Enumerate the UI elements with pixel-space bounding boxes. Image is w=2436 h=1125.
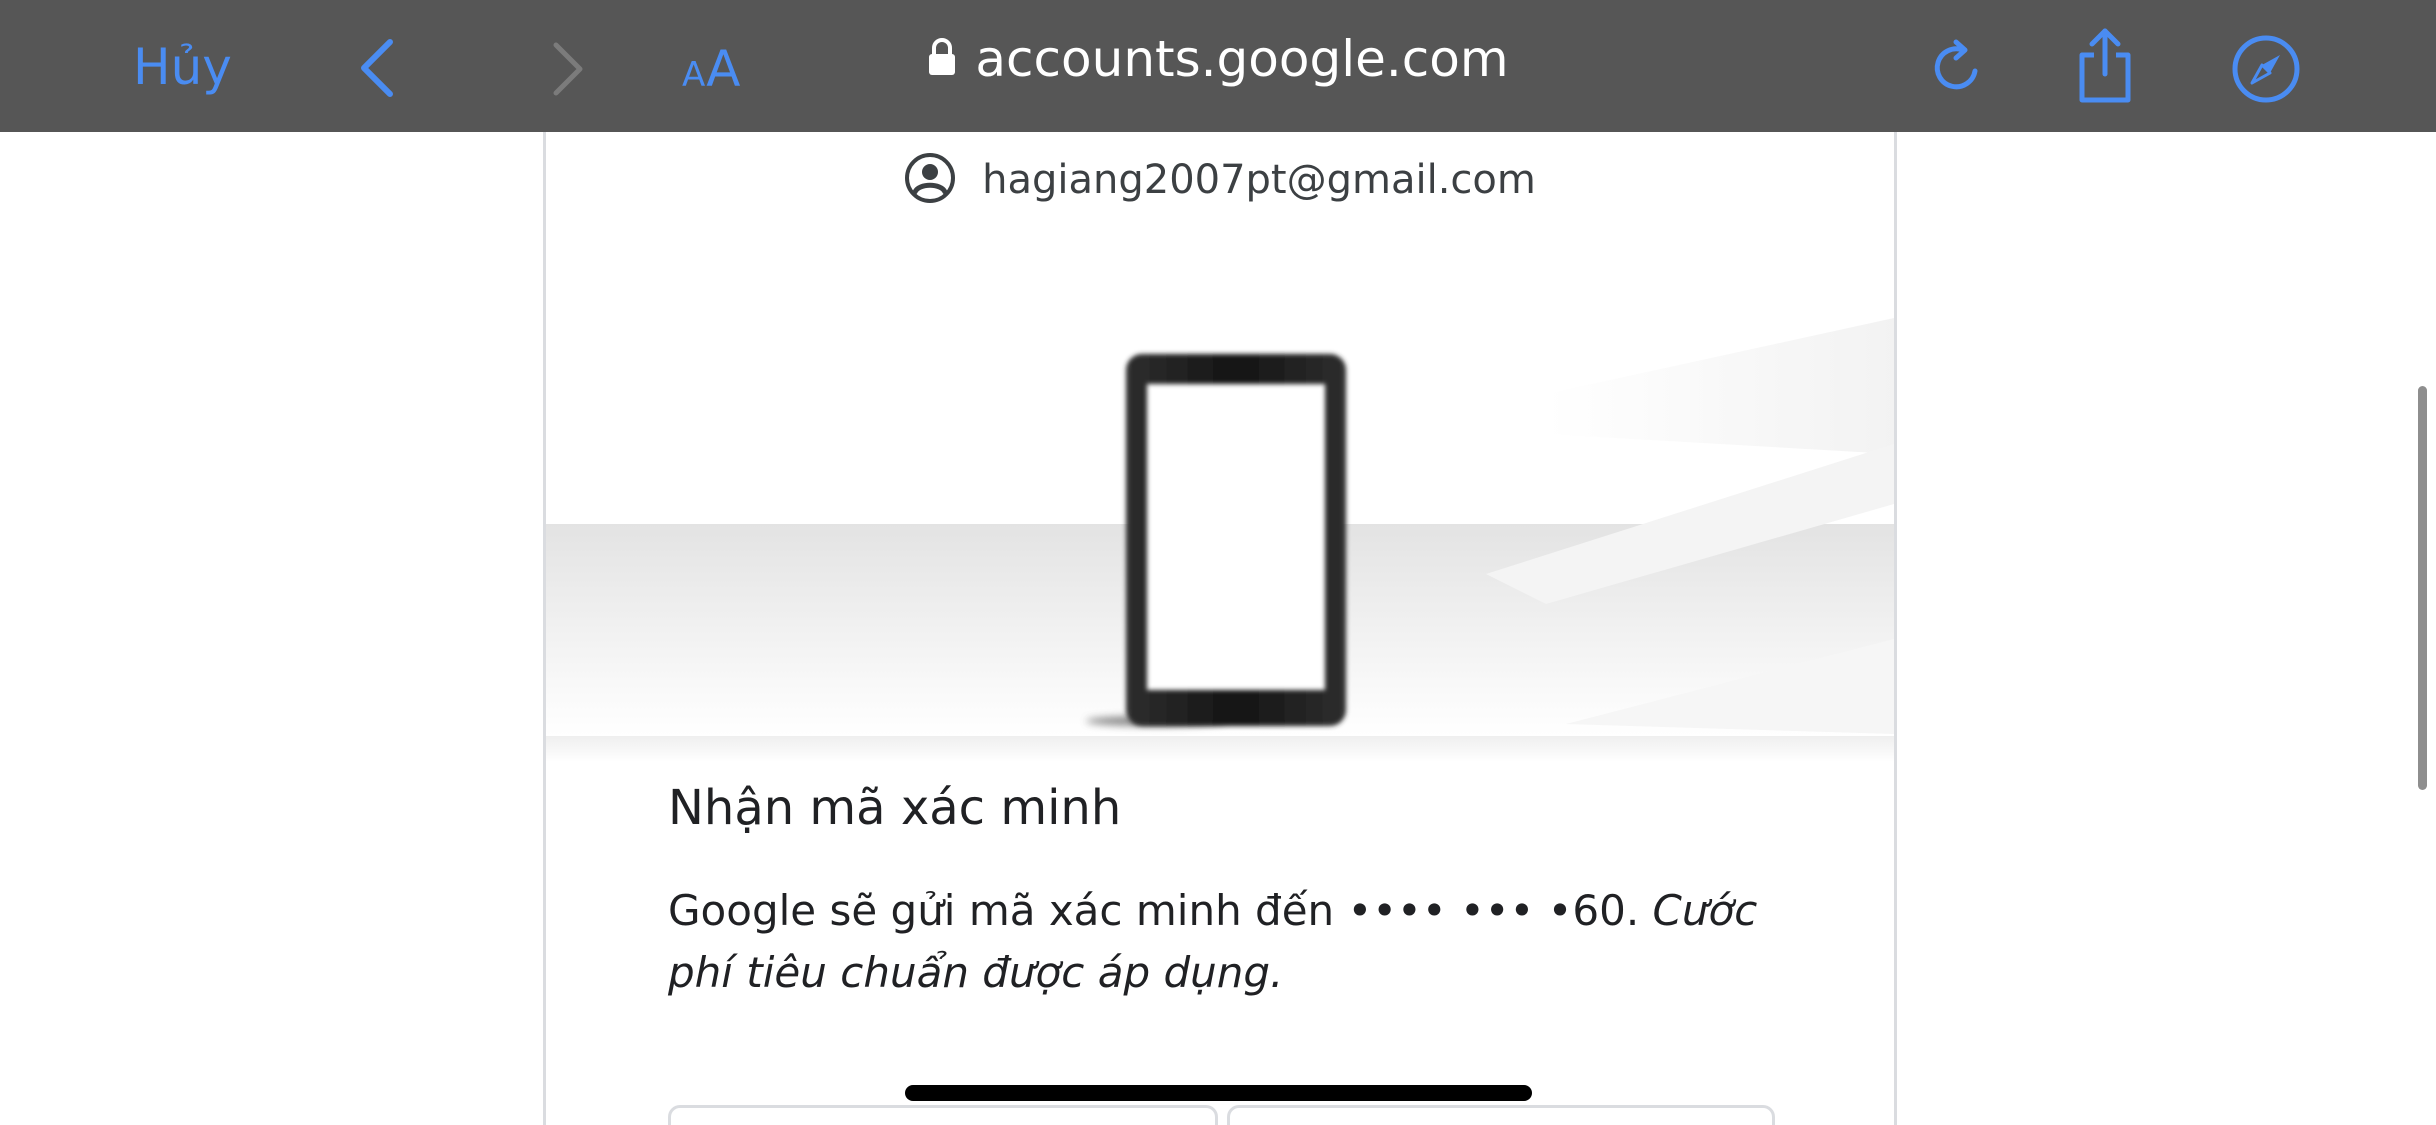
verification-card: hagiang2007pt@gmail.com Nhận mã xác minh… bbox=[543, 132, 1897, 1125]
compass-icon[interactable] bbox=[2231, 34, 2301, 104]
browser-toolbar: Hủy AA accounts.google.com bbox=[0, 0, 2436, 132]
secondary-button[interactable] bbox=[668, 1105, 1218, 1125]
page-scrollbar[interactable] bbox=[2418, 386, 2427, 790]
account-chip[interactable]: hagiang2007pt@gmail.com bbox=[546, 153, 1894, 208]
home-indicator[interactable] bbox=[905, 1085, 1532, 1101]
page-description: Google sẽ gửi mã xác minh đến •••• ••• •… bbox=[668, 880, 1808, 1004]
description-text: Google sẽ gửi mã xác minh đến •••• ••• •… bbox=[668, 886, 1653, 935]
phone-illustration bbox=[546, 318, 1894, 762]
web-content: hagiang2007pt@gmail.com Nhận mã xác minh… bbox=[0, 132, 2436, 1125]
reload-icon[interactable] bbox=[1929, 38, 1985, 96]
share-icon[interactable] bbox=[2074, 28, 2136, 104]
primary-button[interactable] bbox=[1227, 1105, 1775, 1125]
account-circle-icon bbox=[905, 153, 956, 203]
url-text: accounts.google.com bbox=[975, 30, 1509, 88]
lock-icon bbox=[929, 37, 956, 75]
page-title: Nhận mã xác minh bbox=[668, 780, 1122, 836]
address-bar[interactable]: accounts.google.com bbox=[0, 30, 2436, 88]
account-email: hagiang2007pt@gmail.com bbox=[982, 157, 1536, 203]
